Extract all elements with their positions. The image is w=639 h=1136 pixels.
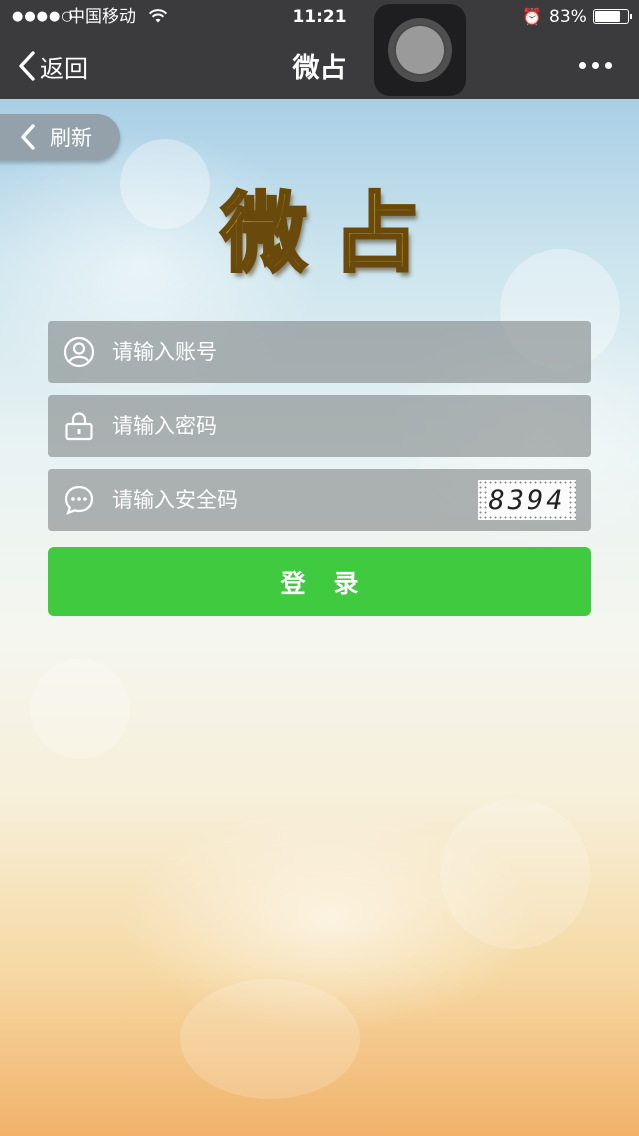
login-button[interactable]: 登录 [48, 547, 591, 616]
battery-level [595, 11, 620, 22]
bokeh-light [440, 799, 590, 949]
page-title: 微占 [292, 53, 347, 84]
captcha-image[interactable]: 8394 [478, 480, 576, 520]
captcha-field[interactable]: 8394 [48, 468, 591, 532]
clock: 11:21 [292, 7, 347, 27]
chat-bubble-icon [62, 483, 96, 517]
refresh-label: 刷新 [50, 126, 92, 150]
battery-tip [630, 14, 632, 19]
battery-percent: 83% [549, 7, 587, 27]
alarm-icon: ⏰ [522, 7, 542, 26]
bokeh-light [180, 979, 360, 1099]
dot [604, 61, 612, 69]
status-bar: ●●●●○ 中国移动 11:21 ⏰ 83% [0, 0, 639, 34]
logo-char: 占 [332, 163, 421, 288]
bokeh-light [30, 659, 130, 759]
dot [578, 61, 586, 69]
password-field[interactable] [48, 394, 591, 458]
assistive-core [396, 26, 444, 74]
assistive-touch-button[interactable] [374, 4, 466, 96]
top-bar: ●●●●○ 中国移动 11:21 ⏰ 83% 返回 微占 [0, 0, 639, 99]
dot [591, 61, 599, 69]
account-input[interactable] [110, 320, 591, 384]
lock-icon [62, 409, 96, 443]
bokeh-light [120, 139, 210, 229]
account-field[interactable] [48, 320, 591, 384]
chevron-left-icon [21, 124, 35, 150]
user-icon [62, 335, 96, 369]
more-menu-button[interactable] [572, 50, 618, 80]
captcha-code: 8394 [487, 484, 567, 516]
refresh-button[interactable]: 刷新 [0, 114, 120, 160]
password-input[interactable] [110, 394, 591, 458]
battery-icon [593, 9, 632, 24]
app-logo: 微 占 [200, 170, 440, 285]
logo-char: 微 [220, 163, 309, 288]
captcha-input[interactable] [110, 468, 478, 532]
